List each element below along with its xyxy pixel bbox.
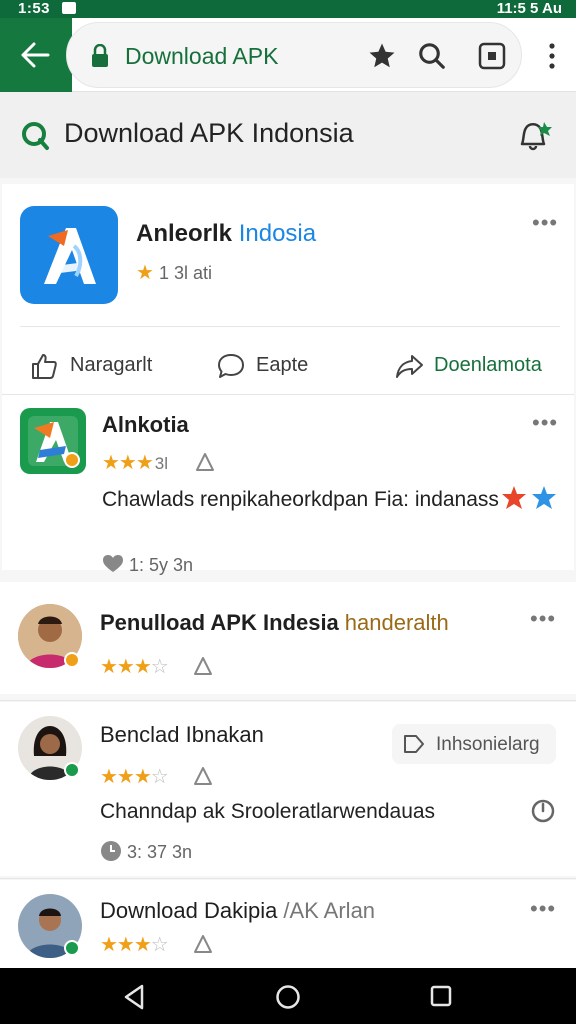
post-rating-text: 3l (154, 454, 169, 473)
list-item[interactable]: Benclad Ibnakan ★★★☆ Inhsonielarg Channd… (0, 702, 576, 876)
system-nav-bar (0, 968, 576, 1024)
notification-icon (62, 2, 76, 14)
post-tag[interactable]: /AK Arlan (283, 898, 375, 923)
post-rating-stars: ★★★☆ (100, 656, 169, 678)
share-arrow-icon (396, 355, 423, 378)
featured-app-title-accent: Indosia (238, 220, 317, 247)
clock-icon (101, 841, 121, 861)
post-title: Benclad Ibnakan (100, 722, 264, 747)
bookmark-star-icon[interactable] (367, 41, 397, 71)
site-logo-icon (22, 122, 49, 150)
list-item[interactable]: Download Dakipia/AK Arlan ★★★☆ ••• (0, 880, 576, 968)
status-time: 1:53 (18, 0, 51, 17)
comment-label: Eapte (256, 354, 309, 376)
url-bar[interactable]: Download APK (66, 22, 522, 88)
tabs-icon[interactable] (478, 42, 506, 70)
post-meta-text: 1: 5y 3n (129, 555, 194, 575)
timer-icon[interactable] (530, 798, 556, 824)
featured-app-card[interactable]: Anleorlk Indosia ★ 1 3l ati ••• Naragarl… (2, 184, 574, 575)
app-logo-icon (44, 228, 96, 284)
status-badge (64, 652, 80, 668)
chip-label: Inhsonielarg (436, 734, 540, 755)
comment-icon (218, 354, 244, 378)
status-bar: 1:53 11:5 5 Au (0, 0, 576, 18)
lock-icon (92, 44, 108, 67)
search-icon[interactable] (417, 41, 447, 71)
list-item[interactable]: Penulload APK Indesia handeralth ★★★☆ ••• (0, 582, 576, 694)
post-title: Alnkotia (102, 412, 189, 437)
more-options-icon[interactable]: ••• (530, 606, 556, 632)
feed: Anleorlk Indosia ★ 1 3l ati ••• Naragarl… (0, 178, 576, 968)
follow-chip[interactable]: Inhsonielarg (392, 724, 556, 764)
post-body: Chawlads renpikaheorkdpan Fia: indanass (102, 488, 499, 511)
post-title-text: Download Dakipia (100, 898, 278, 923)
app-icon[interactable] (20, 206, 118, 304)
site-header: Download APK Indonsia (0, 92, 576, 178)
rating-star-icon: ★ (136, 262, 154, 284)
post-rating-stars: ★★★ 3l (102, 452, 169, 474)
more-options-icon[interactable]: ••• (532, 210, 558, 236)
post-meta-text: 3: 37 3n (127, 842, 193, 862)
notification-bell-icon[interactable] (514, 118, 554, 152)
status-right: 11:5 5 Au (496, 0, 562, 17)
back-arrow-icon (21, 42, 50, 68)
rating-text: 1 3l ati (158, 263, 212, 283)
divider (20, 326, 560, 327)
url-text: Download APK (125, 43, 279, 69)
bookmark-icon[interactable] (192, 656, 214, 676)
bookmark-icon[interactable] (192, 766, 214, 786)
overflow-menu-icon[interactable] (540, 40, 564, 72)
featured-app-title: Anleorlk Indosia (136, 220, 316, 248)
comment-button[interactable]: Eapte (216, 346, 326, 386)
like-label: Naragarlt (70, 354, 153, 376)
post-body: Channdap ak Srooleratlarwendauas (100, 800, 436, 823)
post-title: Download Dakipia/AK Arlan (100, 898, 375, 924)
post-title-text: Penulload APK Indesia (100, 610, 339, 635)
site-title: Download APK Indonsia (64, 118, 354, 148)
post-meta: 3: 37 3n (100, 840, 192, 863)
thumbs-up-icon (32, 354, 57, 379)
post-app-icon[interactable] (20, 408, 86, 474)
divider (2, 394, 574, 395)
post-title: Penulload APK Indesia handeralth (100, 610, 449, 636)
reaction-icons (502, 486, 556, 509)
divider (0, 700, 576, 701)
status-badge (64, 940, 80, 956)
more-options-icon[interactable]: ••• (532, 410, 558, 436)
heart-icon (103, 555, 123, 572)
share-label: Doenlamota (434, 354, 542, 376)
post-rating-stars: ★★★☆ (100, 934, 169, 956)
back-button[interactable] (0, 18, 72, 92)
divider (0, 878, 576, 879)
browser-toolbar: Download APK (0, 18, 576, 92)
like-button[interactable]: Naragarlt (30, 346, 180, 386)
chip-icon (404, 735, 424, 753)
more-options-icon[interactable]: ••• (530, 896, 556, 922)
nav-home-icon[interactable] (275, 984, 301, 1010)
featured-app-title-text: Anleorlk (136, 220, 233, 247)
status-badge (64, 452, 80, 468)
post-rating-stars: ★★★☆ (100, 766, 169, 788)
nav-back-icon[interactable] (122, 984, 146, 1010)
bookmark-icon[interactable] (194, 452, 216, 472)
featured-app-rating: ★ 1 3l ati (136, 260, 212, 285)
nav-recents-icon[interactable] (429, 984, 453, 1008)
share-download-button[interactable]: Doenlamota (394, 346, 562, 386)
post-meta: 1: 5y 3n (102, 554, 193, 576)
bookmark-icon[interactable] (192, 934, 214, 954)
post-tag[interactable]: handeralth (345, 610, 449, 635)
status-badge (64, 762, 80, 778)
